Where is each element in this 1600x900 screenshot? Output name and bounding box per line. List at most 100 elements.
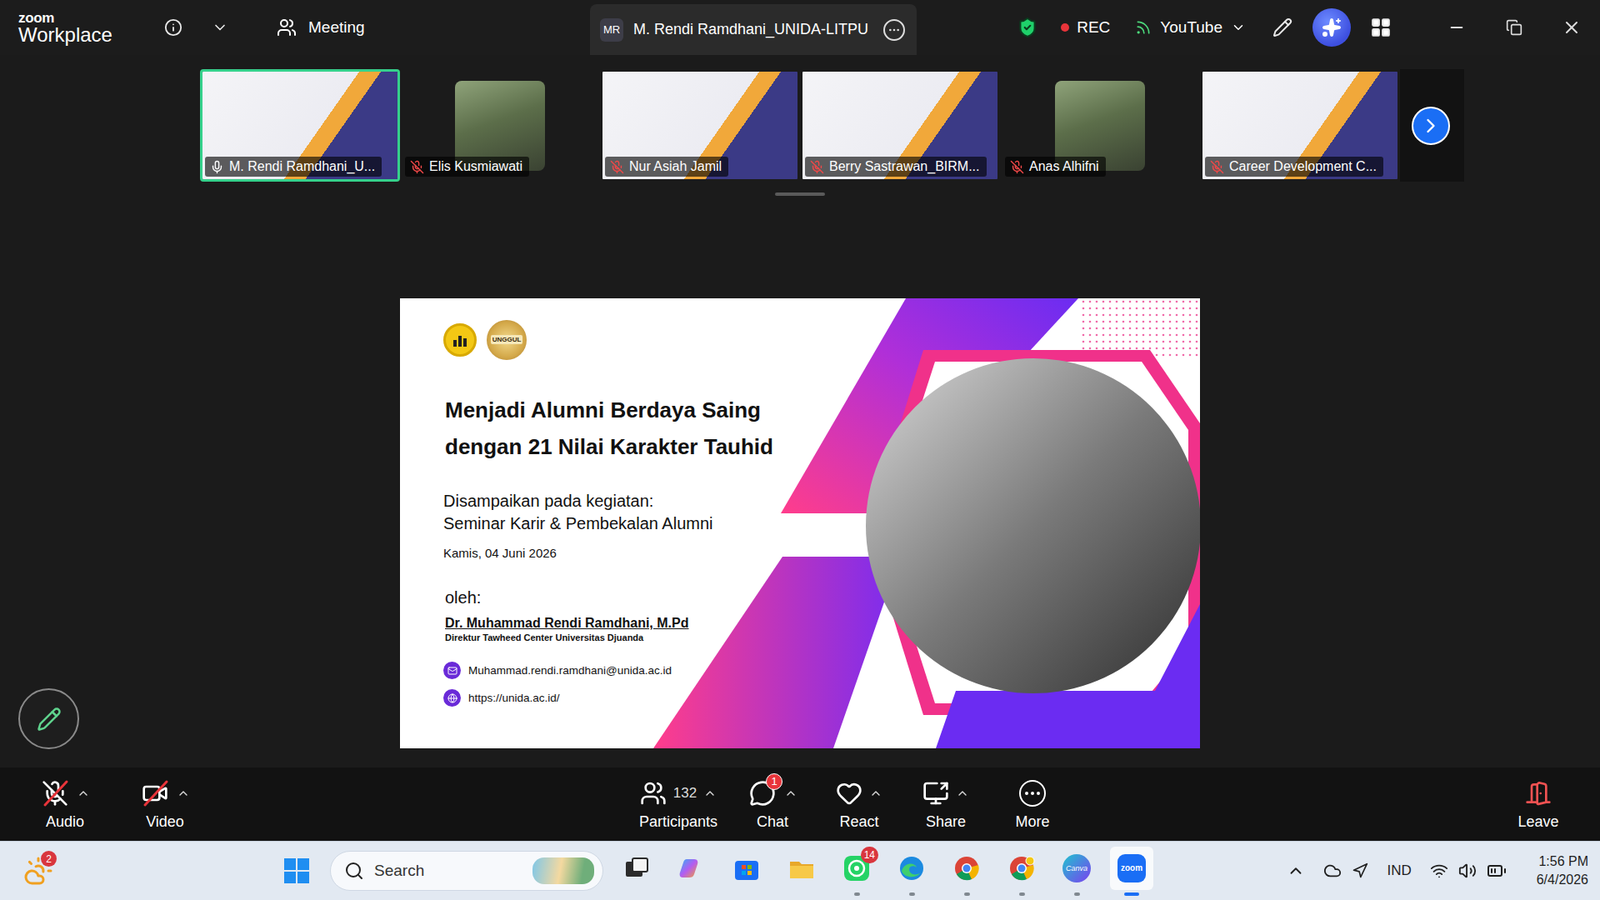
input-language[interactable]: IND — [1386, 862, 1411, 880]
rec-label: REC — [1076, 18, 1110, 37]
slide-title-line: Menjadi Alumni Berdaya Saing — [445, 391, 834, 429]
whatsapp-app-button[interactable]: 14 — [835, 846, 879, 890]
mic-icon — [210, 160, 225, 175]
caret-up-icon[interactable] — [869, 786, 883, 800]
annotation-floating-button[interactable] — [18, 688, 80, 750]
start-button[interactable] — [275, 849, 319, 893]
weather-badge: 2 — [40, 850, 57, 867]
annotate-button[interactable] — [1264, 10, 1301, 45]
off-slash-icon — [40, 778, 70, 809]
speaker-name: Dr. Muhammad Rendi Ramdhani, M.Pd — [445, 615, 834, 632]
slide-title: Menjadi Alumni Berdaya Saingdengan 21 Ni… — [445, 391, 834, 465]
apps-button[interactable] — [1362, 10, 1400, 45]
participant-tile[interactable]: Elis Kusmiawati — [400, 69, 600, 182]
participant-tile[interactable]: Nur Asiah Jamil — [600, 69, 800, 182]
meeting-info-button[interactable] — [156, 10, 190, 45]
task-view-app-button[interactable] — [615, 846, 659, 890]
participant-name-text: Elis Kusmiawati — [429, 159, 523, 175]
close-button[interactable] — [1542, 0, 1600, 55]
meeting-button[interactable]: Meeting — [273, 12, 369, 43]
participants-button[interactable]: 132Participants — [630, 775, 726, 835]
battery-icon — [1486, 860, 1507, 881]
tab-more-button[interactable] — [883, 19, 905, 41]
react-button[interactable]: React — [819, 775, 900, 835]
folder-icon — [787, 854, 816, 883]
weather-widget[interactable]: 2 — [16, 849, 60, 893]
chrome-profile-app-button[interactable] — [1000, 846, 1044, 890]
status-icons[interactable] — [1430, 860, 1507, 881]
chevron-down-icon — [1230, 20, 1246, 35]
more-icon — [1017, 778, 1048, 809]
store-app-button[interactable] — [725, 846, 769, 890]
tray-overflow-icon[interactable] — [1286, 861, 1305, 880]
tab-title: M. Rendi Ramdhani_UNIDA-LITPU — [633, 20, 869, 39]
rec-dot — [1060, 23, 1070, 32]
next-page-button[interactable] — [1411, 106, 1450, 145]
caret-up-icon[interactable] — [176, 786, 190, 800]
taskbar-app-slot — [670, 846, 714, 896]
ai-companion-button[interactable] — [1312, 8, 1351, 47]
chrome-icon — [1007, 854, 1036, 883]
tray-icons — [1323, 861, 1369, 880]
meeting-menu-button[interactable] — [203, 10, 237, 45]
zoom-app-button[interactable]: zoom — [1110, 846, 1154, 890]
chat-button[interactable]: 1Chat — [732, 775, 813, 835]
caret-up-icon[interactable] — [784, 786, 798, 800]
bars-logo-icon — [452, 333, 468, 347]
recording-indicator[interactable]: REC — [1054, 18, 1117, 37]
more-label: More — [1015, 813, 1050, 831]
edge-app-button[interactable] — [890, 846, 934, 890]
participant-name-text: Anas Alhifni — [1029, 159, 1100, 175]
search-icon — [344, 860, 365, 881]
caret-up-icon[interactable] — [703, 786, 717, 800]
microphone-icon — [40, 778, 70, 809]
caret-up-icon[interactable] — [955, 786, 970, 800]
strip-next-area — [1400, 69, 1465, 182]
livestream-button[interactable]: YouTube — [1128, 13, 1253, 42]
canva-icon: Canva — [1062, 854, 1091, 883]
participant-tile[interactable]: Anas Alhifni — [1000, 69, 1200, 182]
more-dots-icon — [1018, 779, 1047, 808]
location-icon[interactable] — [1351, 862, 1369, 880]
resize-handle[interactable] — [775, 192, 825, 196]
audio-button[interactable]: Audio — [25, 775, 105, 835]
resize-handle-row — [0, 181, 1600, 207]
copilot-app-button[interactable] — [670, 846, 714, 890]
mail-icon — [447, 665, 458, 676]
chat-icon: 1 — [747, 778, 778, 809]
participants-label: Participants — [639, 813, 718, 831]
more-button[interactable]: More — [992, 775, 1073, 835]
minimize-button[interactable] — [1427, 0, 1485, 55]
app-badge: 14 — [860, 846, 879, 864]
canva-app-button[interactable]: Canva — [1055, 846, 1099, 890]
logo-top: zoom — [18, 10, 157, 25]
chevron-right-icon — [1419, 114, 1443, 138]
audio-label: Audio — [45, 813, 85, 831]
participant-name-text: Berry Sastrawan_BIRM... — [829, 159, 980, 175]
react-icon-row — [835, 778, 883, 809]
restore-button[interactable] — [1485, 0, 1543, 55]
participant-tile[interactable]: Career Development C... — [1200, 69, 1400, 182]
participant-tile[interactable]: Berry Sastrawan_BIRM... — [800, 69, 1000, 182]
explorer-app-button[interactable] — [780, 846, 824, 890]
onedrive-icon[interactable] — [1323, 861, 1342, 880]
toolbar-right: Leave — [1498, 775, 1579, 835]
restore-icon — [1505, 19, 1523, 36]
participants-icon — [640, 780, 667, 807]
participant-tile[interactable]: M. Rendi Ramdhani_U... — [200, 69, 400, 182]
security-button[interactable] — [1012, 10, 1043, 45]
stream-icon — [1135, 19, 1152, 36]
leave-button[interactable]: Leave — [1498, 775, 1579, 835]
task-view-icon — [622, 854, 651, 883]
zoom-app-icon: zoom — [1117, 854, 1146, 883]
chrome-app-button[interactable] — [945, 846, 989, 890]
search-highlight-art — [532, 857, 595, 885]
caret-up-icon[interactable] — [76, 786, 90, 800]
taskbar-search[interactable]: Search — [330, 850, 604, 891]
clock[interactable]: 1:56 PM6/4/2026 — [1536, 852, 1589, 890]
share-button[interactable]: Share — [905, 775, 986, 835]
meeting-tab[interactable]: MRM. Rendi Ramdhani_UNIDA-LITPU — [590, 4, 917, 55]
taskbar-center: Search 14 Canva zoom — [275, 846, 1154, 896]
search-placeholder: Search — [374, 861, 523, 880]
video-button[interactable]: Video — [125, 775, 205, 835]
